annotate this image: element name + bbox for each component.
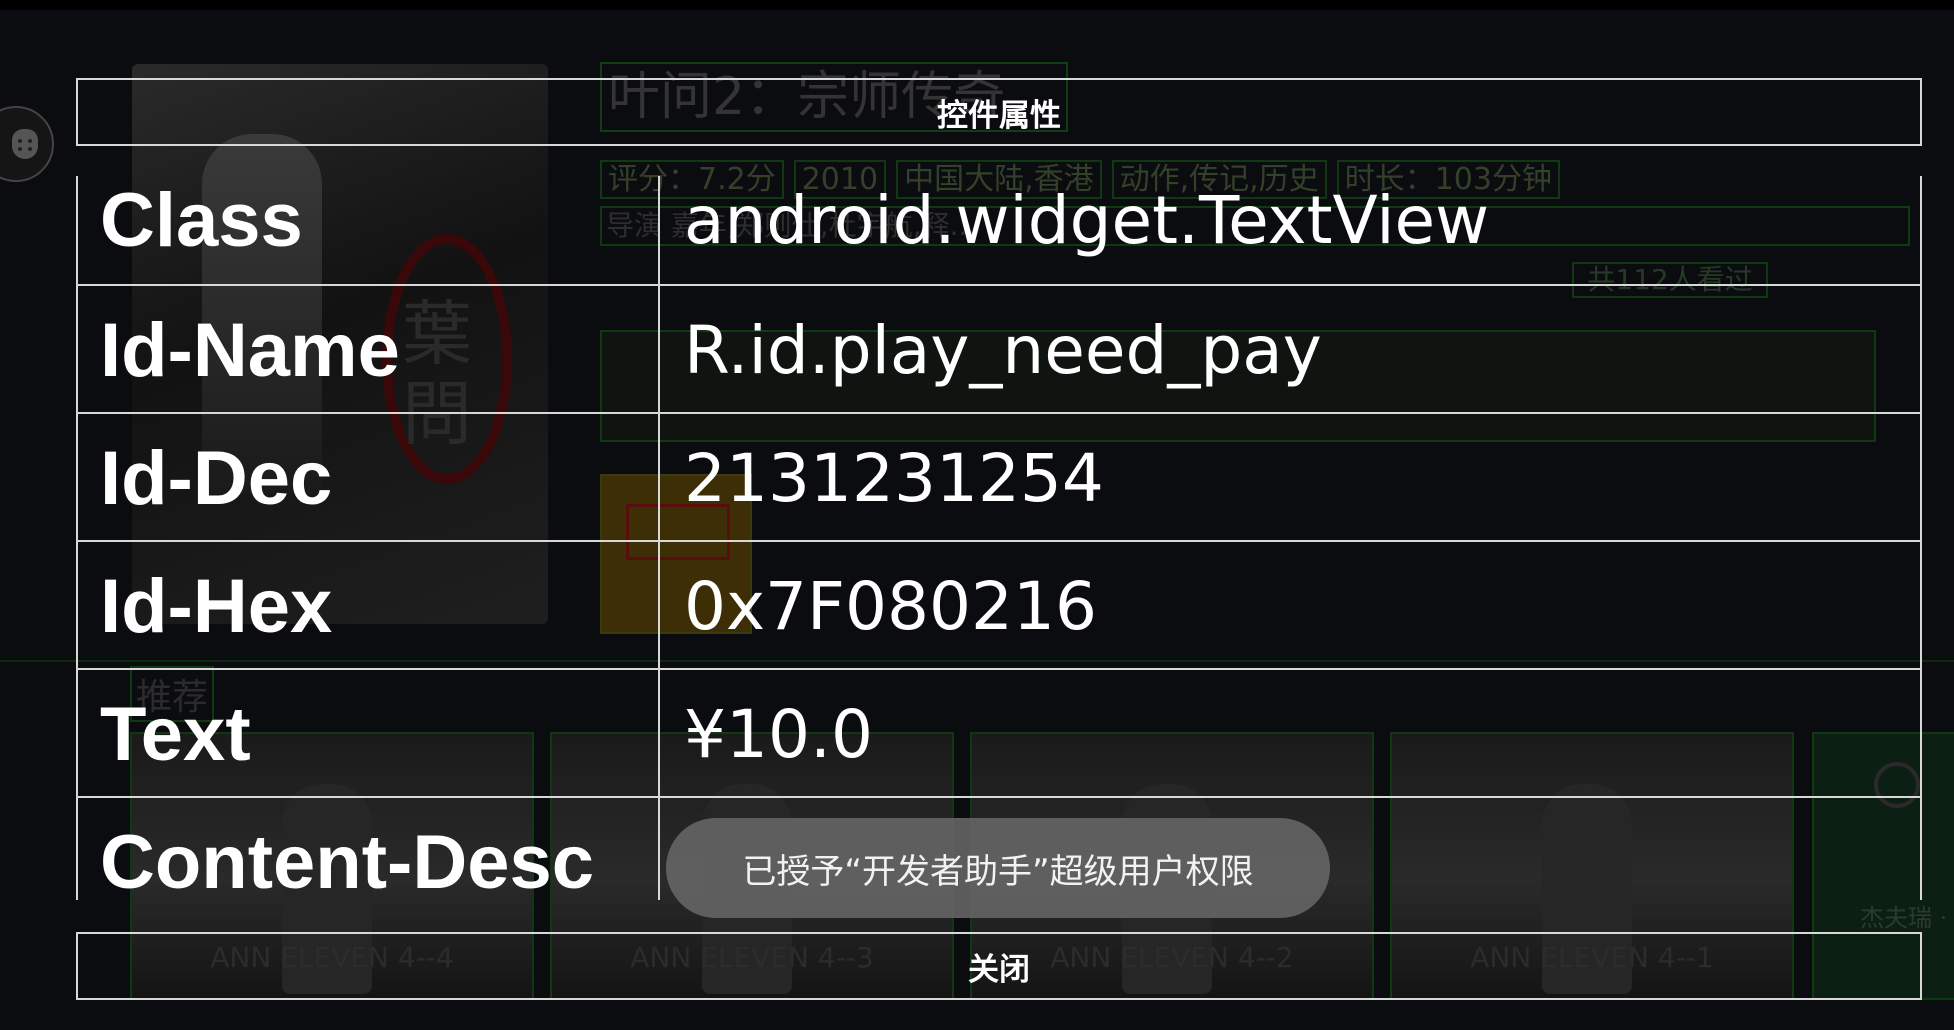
table-row: Class android.widget.TextView: [76, 176, 1922, 284]
property-value: R.id.play_need_pay: [684, 311, 1322, 389]
property-value: ¥10.0: [684, 695, 873, 773]
property-key: Id-Dec: [100, 435, 333, 521]
table-row: Id-Dec 2131231254: [76, 414, 1922, 542]
property-key: Content-Desc: [100, 819, 595, 901]
toast-message: 已授予“开发者助手”超级用户权限: [666, 818, 1330, 918]
dialog-title: 控件属性: [76, 78, 1922, 146]
bug-icon: [12, 129, 38, 159]
close-button[interactable]: 关闭: [76, 932, 1922, 1000]
property-key: Text: [100, 691, 251, 777]
table-row: Id-Hex 0x7F080216: [76, 542, 1922, 670]
floating-assistant-button[interactable]: [0, 106, 54, 182]
property-key: Id-Hex: [100, 563, 333, 649]
property-value: 2131231254: [684, 439, 1104, 517]
properties-table: Class android.widget.TextView Id-Name R.…: [76, 176, 1922, 900]
property-value: 0x7F080216: [684, 567, 1097, 645]
thumbnail-label: 杰夫瑞 · 克: [1860, 904, 1954, 932]
property-key: Id-Name: [100, 307, 400, 393]
status-bar: [0, 0, 1954, 10]
table-row: Id-Name R.id.play_need_pay: [76, 286, 1922, 414]
table-row: Text ¥10.0: [76, 670, 1922, 798]
property-value: android.widget.TextView: [684, 181, 1490, 259]
property-key: Class: [100, 177, 303, 263]
